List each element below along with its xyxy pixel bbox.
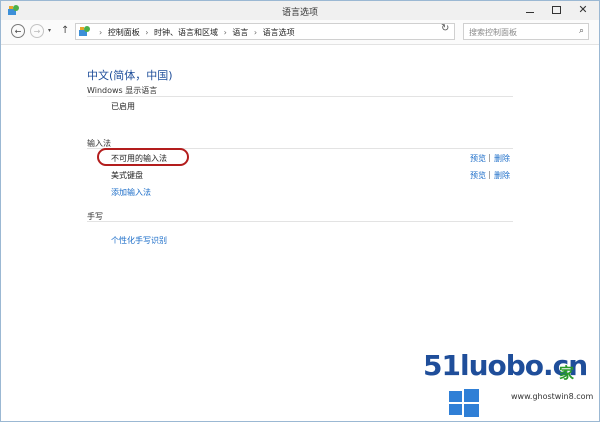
- breadcrumb-separator: ›: [99, 28, 103, 37]
- forward-button[interactable]: →: [30, 24, 44, 38]
- divider: [87, 221, 513, 222]
- watermark-url: www.ghostwin8.com: [511, 392, 594, 401]
- control-panel-icon: [79, 26, 90, 36]
- highlight-annotation: [97, 148, 189, 166]
- link-separator: |: [488, 170, 491, 179]
- address-row: ← → ▾ ↑ › 控制面板 › 时钟、语言和区域 › 语言 › 语言选项 ▾ …: [1, 20, 599, 45]
- address-bar[interactable]: › 控制面板 › 时钟、语言和区域 › 语言 › 语言选项 ▾: [75, 23, 494, 40]
- breadcrumb-language-options[interactable]: 语言选项: [263, 28, 295, 37]
- divider: [87, 96, 513, 97]
- close-icon: ✕: [578, 3, 588, 16]
- window-frame: 语言选项 ✕ ← → ▾ ↑ › 控制面板 › 时钟、语言和区域 › 语言 › …: [0, 0, 600, 422]
- search-box[interactable]: 搜索控制面板 ⌕: [463, 23, 589, 40]
- recent-locations-dropdown[interactable]: ▾: [48, 27, 51, 34]
- breadcrumb-separator: ›: [253, 28, 258, 37]
- preview-link[interactable]: 预览: [470, 170, 486, 181]
- back-button[interactable]: ←: [11, 24, 25, 38]
- remove-link[interactable]: 删除: [494, 153, 510, 164]
- add-input-method-link[interactable]: 添加输入法: [111, 187, 151, 198]
- breadcrumb-control-panel[interactable]: 控制面板: [108, 28, 140, 37]
- close-button[interactable]: ✕: [567, 1, 599, 18]
- minimize-icon: [526, 11, 534, 13]
- breadcrumb: › 控制面板 › 时钟、语言和区域 › 语言 › 语言选项: [96, 27, 295, 38]
- breadcrumb-separator: ›: [223, 28, 227, 37]
- remove-link[interactable]: 删除: [494, 170, 510, 181]
- link-separator: |: [488, 153, 491, 162]
- breadcrumb-language[interactable]: 语言: [232, 28, 248, 37]
- refresh-icon[interactable]: ↻: [441, 23, 449, 34]
- minimize-button[interactable]: [517, 1, 543, 18]
- breadcrumb-separator: ›: [145, 28, 149, 37]
- display-language-status: 已启用: [111, 102, 135, 111]
- language-title: 中文(简体，中国): [87, 69, 173, 82]
- title-bar[interactable]: 语言选项 ✕: [1, 1, 599, 20]
- preview-link[interactable]: 预览: [470, 153, 486, 164]
- input-method-us-keyboard: 美式键盘: [111, 171, 143, 180]
- search-icon[interactable]: ⌕: [579, 26, 584, 36]
- breadcrumb-clock-language-region[interactable]: 时钟、语言和区域: [154, 28, 218, 37]
- watermark: 51luobo.cn 家 www.ghostwin8.com: [421, 317, 599, 421]
- maximize-icon: [551, 5, 561, 14]
- display-language-heading: Windows 显示语言: [87, 86, 158, 95]
- watermark-home: 家: [559, 364, 575, 382]
- search-input[interactable]: 搜索控制面板: [469, 27, 517, 38]
- personalize-handwriting-link[interactable]: 个性化手写识别: [111, 235, 167, 246]
- window-title: 语言选项: [281, 8, 318, 18]
- arrow-left-icon: ←: [14, 26, 22, 36]
- windows-logo-icon: [449, 389, 479, 417]
- up-button[interactable]: ↑: [61, 25, 69, 36]
- arrow-right-icon: →: [33, 26, 41, 36]
- maximize-button[interactable]: [543, 1, 569, 18]
